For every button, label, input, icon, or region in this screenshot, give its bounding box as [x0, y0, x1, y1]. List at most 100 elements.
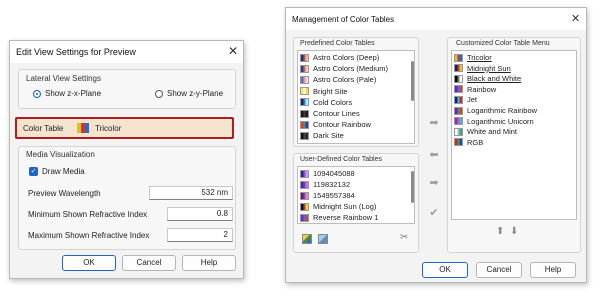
duplicate-color-table-icon[interactable] — [318, 234, 328, 244]
tricolor-swatch-icon — [77, 123, 89, 133]
delete-color-table-icon[interactable]: ✂ — [400, 232, 408, 243]
color-table-value: Tricolor — [95, 124, 122, 133]
list-item-label: Cold Colors — [313, 97, 353, 107]
list-item[interactable]: Astro Colors (Pale) — [300, 75, 376, 84]
draw-media-checkbox[interactable]: ✓ — [29, 167, 38, 176]
list-item-label: White and Mint — [467, 127, 518, 137]
list-item[interactable]: Bright Site — [300, 87, 348, 96]
list-item[interactable]: Cold Colors — [300, 98, 352, 107]
radio-zx-label: Show z-x-Plane — [45, 89, 102, 98]
user-defined-list[interactable]: 1094045088 119832132 1549557384 Midnight Su… — [297, 166, 415, 224]
list-item-label: Tricolor — [467, 53, 492, 62]
list-item[interactable]: Tricolor — [454, 53, 492, 62]
color-swatch-icon — [454, 53, 463, 62]
scrollbar[interactable] — [411, 61, 414, 101]
min-refractive-index-field[interactable]: 0.8 — [167, 207, 233, 221]
list-item[interactable]: 1094045088 — [300, 169, 355, 178]
move-up-arrow-icon[interactable]: ⬆ — [496, 226, 504, 237]
move-down-arrow-icon[interactable]: ⬇ — [510, 226, 518, 237]
list-item[interactable]: Astro Colors (Deep) — [300, 53, 379, 62]
lateral-view-group: Lateral View Settings Show z-x-Plane Sho… — [18, 69, 236, 109]
color-swatch-icon — [454, 127, 463, 136]
color-table-selector[interactable]: Color Table Tricolor — [15, 117, 234, 139]
list-item[interactable]: 119832132 — [300, 180, 350, 189]
color-swatch-icon — [300, 180, 309, 189]
color-swatch-icon — [300, 202, 309, 211]
list-item[interactable]: Contour Lines — [300, 109, 360, 118]
list-item-label: Astro Colors (Deep) — [313, 53, 380, 62]
color-swatch-icon — [454, 106, 463, 115]
color-swatch-icon — [454, 117, 463, 126]
list-item-label: Contour Lines — [313, 109, 360, 118]
color-tables-dialog: Management of Color Tables ✕ Predefined … — [285, 7, 587, 283]
media-visualization-group: Media Visualization ✓ Draw Media Preview… — [18, 146, 236, 250]
list-item[interactable]: Black and White — [454, 74, 521, 83]
new-color-table-icon[interactable] — [302, 234, 312, 244]
move-right-arrow-icon[interactable]: ➡ — [427, 116, 441, 129]
list-item[interactable]: Midnight Sun — [454, 64, 511, 73]
radio-zy-plane[interactable] — [155, 90, 163, 98]
color-swatch-icon — [300, 131, 309, 140]
list-item[interactable]: Logarithmic Rainbow — [454, 106, 537, 115]
edit-dialog-title: Edit View Settings for Preview — [16, 47, 136, 57]
list-item-label: Logarithmic Rainbow — [467, 106, 538, 115]
list-item[interactable]: RGB — [454, 138, 483, 147]
move-left-arrow-icon[interactable]: ⬅ — [427, 148, 441, 161]
draw-media-label: Draw Media — [42, 167, 85, 176]
color-swatch-icon — [300, 213, 309, 222]
cancel-button[interactable]: Cancel — [122, 255, 176, 271]
close-icon[interactable]: ✕ — [571, 12, 580, 25]
list-item[interactable]: Dark Site — [300, 131, 344, 140]
list-item-label: Black and White — [467, 74, 522, 84]
color-swatch-icon — [454, 95, 463, 104]
list-item[interactable]: Logarithmic Unicorn — [454, 117, 534, 126]
list-item[interactable]: Rainbow — [454, 85, 496, 94]
ok-button[interactable]: OK — [422, 262, 468, 278]
list-item[interactable]: Jet — [454, 95, 477, 104]
color-swatch-icon — [454, 85, 463, 94]
check-arrow-icon[interactable]: ✔ — [427, 206, 441, 219]
color-swatch-icon — [300, 109, 309, 118]
customized-group: Customized Color Table Menu Tricolor Midn… — [447, 37, 581, 253]
color-swatch-icon — [300, 191, 309, 200]
list-item-label: Rainbow — [467, 84, 497, 94]
list-item-label: Astro Colors (Medium) — [313, 64, 389, 74]
customized-list[interactable]: Tricolor Midnight Sun Black and White Rainb… — [451, 50, 577, 220]
list-item[interactable]: Astro Colors (Medium) — [300, 64, 388, 73]
list-item-label: RGB — [467, 137, 484, 147]
max-refractive-index-label: Maximum Shown Refractive Index — [28, 231, 150, 240]
list-item[interactable]: White and Mint — [454, 127, 517, 136]
scrollbar[interactable] — [411, 171, 414, 203]
color-swatch-icon — [454, 138, 463, 147]
close-icon[interactable]: ✕ — [228, 44, 238, 58]
color-swatch-icon — [454, 64, 463, 73]
preview-wavelength-field[interactable]: 532 nm — [149, 186, 233, 200]
list-item[interactable]: 1549557384 — [300, 191, 355, 200]
list-item[interactable]: Reverse Rainbow 1 — [300, 213, 378, 222]
list-item[interactable]: Contour Rainbow — [300, 120, 371, 129]
lateral-view-group-label: Lateral View Settings — [26, 74, 102, 83]
preview-wavelength-label: Preview Wavelength — [28, 189, 101, 198]
list-item-label: 119832132 — [313, 180, 350, 189]
list-item-label: Contour Rainbow — [313, 120, 371, 130]
predefined-list[interactable]: Astro Colors (Deep) Astro Colors (Medium)… — [297, 50, 415, 144]
customized-label: Customized Color Table Menu — [456, 40, 550, 47]
list-item-label: 1549557384 — [313, 191, 355, 200]
help-button[interactable]: Help — [182, 255, 236, 271]
radio-zy-label: Show z-y-Plane — [167, 89, 224, 98]
list-item-label: Dark Site — [313, 131, 344, 141]
move-right-arrow-icon[interactable]: ➡ — [427, 176, 441, 189]
max-refractive-index-field[interactable]: 2 — [167, 228, 233, 242]
color-swatch-icon — [300, 87, 309, 96]
list-item-label: Astro Colors (Pale) — [313, 75, 377, 85]
help-button[interactable]: Help — [530, 262, 576, 278]
media-group-label: Media Visualization — [26, 150, 95, 159]
ok-button[interactable]: OK — [62, 255, 116, 271]
predefined-group: Predefined Color Tables Astro Colors (De… — [293, 37, 419, 147]
color-swatch-icon — [300, 169, 309, 178]
list-item-label: Jet — [467, 95, 478, 105]
list-item[interactable]: Midnight Sun (Log) — [300, 202, 376, 211]
cancel-button[interactable]: Cancel — [476, 262, 522, 278]
min-refractive-index-label: Minimum Shown Refractive Index — [28, 210, 148, 219]
radio-zx-plane[interactable] — [33, 90, 41, 98]
